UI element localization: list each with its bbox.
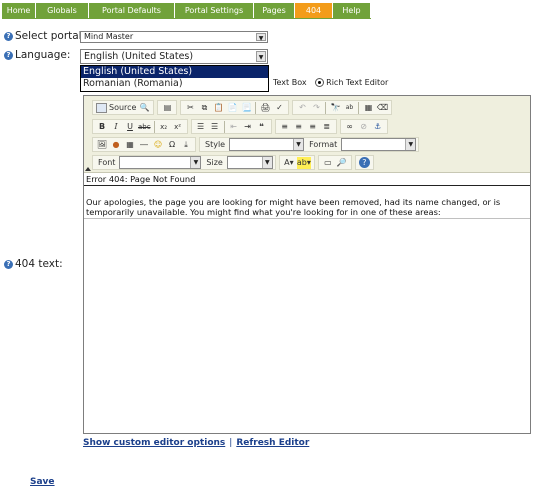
bold-icon[interactable]: B [96,121,108,133]
align-right-icon[interactable]: ≡ [307,121,319,133]
chevron-down-icon: ▼ [261,157,272,168]
editor-links: Show custom editor options | Refresh Edito… [83,438,309,448]
rich-text-editor: Source 🔍 ▤ ✂ ⧉ 📋 📄 📃 🖨 ✓ ↶ ↷ 🔭 ab ▦ ⌫ B … [83,95,531,434]
rich-text-radio[interactable] [315,78,325,87]
unlink-icon[interactable]: ⊘ [358,121,370,133]
page-break-icon[interactable]: ⤓ [180,139,192,151]
source-button[interactable]: Source [109,102,136,114]
language-label: ? Language: [4,49,70,61]
find-icon[interactable]: 🔭 [329,102,341,114]
justify-icon[interactable]: ≣ [321,121,333,133]
blockquote-icon[interactable]: ❝ [256,121,268,133]
collapse-toolbar-icon[interactable] [85,167,91,171]
portal-select-value: Mind Master [84,32,134,41]
superscript-icon[interactable]: x² [172,121,184,133]
top-nav: Home Globals Portal Defaults Portal Sett… [2,3,371,18]
nav-underline [2,18,371,19]
language-select-value: English (United States) [84,51,194,62]
tab-404[interactable]: 404 [295,3,333,18]
spellcheck-icon[interactable]: ✓ [273,102,285,114]
replace-icon[interactable]: ab [343,102,355,114]
font-select[interactable]: ▼ [119,156,202,169]
about-icon[interactable]: ? [358,157,370,168]
show-blocks-icon[interactable]: 🔎 [336,157,348,169]
paste-word-icon[interactable]: 📃 [240,102,252,114]
save-button[interactable]: Save [30,477,55,487]
editor-content[interactable]: Error 404: Page Not Found Our apologies,… [84,174,530,433]
chevron-down-icon: ▼ [190,157,201,168]
font-label: Font [98,158,116,167]
flash-icon[interactable]: ● [110,139,122,151]
chevron-down-icon: ▼ [293,139,304,150]
format-select[interactable]: ▼ [341,138,417,151]
tab-help[interactable]: Help [333,3,371,18]
subscript-icon[interactable]: x₂ [158,121,170,133]
text-box-label: Text Box [273,78,307,87]
tab-portal-defaults[interactable]: Portal Defaults [89,3,175,18]
redo-icon[interactable]: ↷ [310,102,322,114]
anchor-icon[interactable]: ⚓ [372,121,384,133]
language-select[interactable]: English (United States) ▼ [80,49,268,64]
format-label: Format [309,140,338,149]
help-icon[interactable]: ? [4,259,13,269]
indent-icon[interactable]: ⇥ [242,121,254,133]
source-icon [96,102,107,113]
style-label: Style [205,140,226,149]
language-option-romanian[interactable]: Romanian (Romania) [81,78,268,90]
select-all-icon[interactable]: ▦ [362,102,374,114]
text-color-icon[interactable]: A▾ [283,157,295,169]
remove-format-icon[interactable]: ⌫ [376,102,388,114]
bg-color-icon[interactable]: ab▾ [296,156,311,169]
404-text-label: ? 404 text: [4,258,63,270]
horizontal-rule-icon[interactable]: ― [138,139,150,151]
refresh-editor-link[interactable]: Refresh Editor [236,438,309,448]
portal-select[interactable]: Mind Master ▼ [80,31,268,43]
table-icon[interactable]: ▦ [124,139,136,151]
tab-globals[interactable]: Globals [36,3,89,18]
size-label: Size [206,158,223,167]
underline-icon[interactable]: U [124,121,136,133]
editor-toolbar: Source 🔍 ▤ ✂ ⧉ 📋 📄 📃 🖨 ✓ ↶ ↷ 🔭 ab ▦ ⌫ B … [84,96,530,173]
align-left-icon[interactable]: ≡ [279,121,291,133]
chevron-down-icon: ▼ [256,33,266,42]
style-select[interactable]: ▼ [229,138,305,151]
editor-mode-radios: Text Box Rich Text Editor [273,78,388,87]
content-paragraph: Our apologies, the page you are looking … [86,197,501,217]
link-separator: | [229,438,233,448]
language-option-english[interactable]: English (United States) [81,66,268,78]
preview-icon[interactable]: 🔍 [138,102,150,114]
italic-icon[interactable]: I [110,121,122,133]
cut-icon[interactable]: ✂ [184,102,196,114]
templates-icon[interactable]: ▤ [161,102,173,114]
bulleted-list-icon[interactable]: ☰ [209,121,221,133]
align-center-icon[interactable]: ≡ [293,121,305,133]
smiley-icon[interactable]: ☺ [152,139,164,151]
paste-icon[interactable]: 📋 [212,102,224,114]
image-icon[interactable]: 🖼 [96,139,108,151]
strikethrough-icon[interactable]: abc [138,121,151,133]
print-icon[interactable]: 🖨 [259,102,271,114]
language-dropdown-list: English (United States) Romanian (Romani… [80,65,269,92]
undo-icon[interactable]: ↶ [296,102,308,114]
copy-icon[interactable]: ⧉ [198,102,210,114]
show-custom-options-link[interactable]: Show custom editor options [83,438,225,448]
help-icon[interactable]: ? [4,31,13,41]
tab-portal-settings[interactable]: Portal Settings [175,3,254,18]
content-divider [84,218,530,219]
help-icon[interactable]: ? [4,50,13,60]
tab-home[interactable]: Home [2,3,36,18]
special-char-icon[interactable]: Ω [166,139,178,151]
chevron-down-icon: ▼ [256,51,266,62]
rich-text-label: Rich Text Editor [326,78,389,87]
tab-pages[interactable]: Pages [254,3,295,18]
maximize-icon[interactable]: ▭ [322,157,334,169]
outdent-icon[interactable]: ⇤ [228,121,240,133]
numbered-list-icon[interactable]: ☰ [195,121,207,133]
paste-text-icon[interactable]: 📄 [226,102,238,114]
chevron-down-icon: ▼ [405,139,416,150]
select-portal-label: ? Select portal: [4,30,85,42]
size-select[interactable]: ▼ [226,156,273,169]
link-icon[interactable]: ∞ [344,121,356,133]
content-heading: Error 404: Page Not Found [86,174,196,184]
